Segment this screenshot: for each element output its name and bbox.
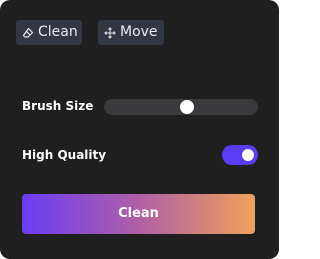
move-tool-label: Move [120, 24, 158, 40]
brush-tool-panel: Clean Move Brush Size High Quality Clean [0, 0, 279, 259]
brush-size-slider[interactable] [104, 99, 258, 115]
high-quality-label: High Quality [22, 148, 107, 162]
high-quality-toggle[interactable] [222, 145, 258, 165]
toggle-knob [242, 149, 254, 161]
clean-tool-label: Clean [38, 24, 78, 40]
clean-button[interactable]: Clean [22, 194, 255, 234]
brush-size-label: Brush Size [22, 99, 94, 113]
clean-tool-button[interactable]: Clean [16, 20, 82, 45]
brush-size-slider-thumb[interactable] [180, 100, 195, 114]
move-arrows-icon [104, 26, 116, 39]
move-tool-button[interactable]: Move [98, 20, 164, 45]
eraser-icon [22, 27, 34, 39]
brush-size-slider-fill [104, 99, 187, 115]
